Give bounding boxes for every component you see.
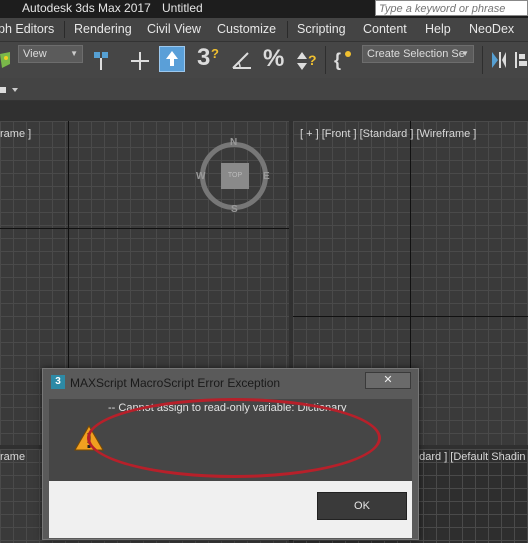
close-button[interactable]: ✕: [365, 372, 411, 389]
toolbar-separator: [482, 46, 483, 74]
compass-east: E: [263, 171, 270, 182]
svg-text:{: {: [334, 50, 341, 70]
document-title: Untitled: [162, 1, 203, 15]
grid-axis-line: [0, 228, 289, 229]
selection-set-value: Create Selection Se: [367, 48, 465, 60]
named-selection-sets-dropdown[interactable]: Create Selection Se ▼: [362, 45, 474, 63]
viewport-label-front[interactable]: [ + ] [Front ] [Standard ] [Wireframe ]: [300, 128, 476, 140]
max-app-icon: 3: [51, 375, 65, 389]
viewcube-face[interactable]: TOP: [221, 163, 249, 189]
keyboard-shortcut-override-button[interactable]: [159, 46, 185, 72]
compass-west: W: [196, 171, 206, 182]
viewport-label-left[interactable]: rame: [0, 451, 25, 463]
ok-button[interactable]: OK: [317, 492, 407, 520]
ribbon-toggle-icon[interactable]: [0, 84, 22, 96]
search-input[interactable]: [376, 2, 528, 16]
snaps-toggle-icon[interactable]: 3: [197, 44, 210, 72]
menu-customize[interactable]: Customize: [217, 22, 276, 36]
menu-rendering[interactable]: Rendering: [74, 22, 132, 36]
viewport-label-top[interactable]: rame ]: [0, 128, 31, 140]
menu-civil-view[interactable]: Civil View: [147, 22, 201, 36]
pivot-center-icon[interactable]: [90, 50, 112, 72]
dialog-footer: OK: [49, 481, 412, 538]
percent-snap-icon[interactable]: %: [263, 45, 284, 73]
menu-separator: [287, 21, 288, 38]
edit-named-selection-icon[interactable]: {: [332, 48, 356, 72]
menu-graph-editors[interactable]: ph Editors: [0, 22, 54, 36]
main-toolbar: View ▼ 3 ? % ? { Create Selection Se ▼: [0, 42, 528, 78]
paint-icon[interactable]: [0, 50, 12, 70]
ribbon-row: [0, 79, 528, 101]
compass-north: N: [230, 137, 238, 148]
highlight-ellipse: [87, 398, 381, 478]
toolbar-separator: [325, 46, 326, 74]
angle-snap-icon[interactable]: [230, 48, 254, 72]
svg-text:?: ?: [308, 52, 317, 68]
menu-content[interactable]: Content: [363, 22, 407, 36]
chevron-down-icon: ▼: [461, 49, 469, 58]
app-title: Autodesk 3ds Max 2017: [22, 1, 151, 15]
menu-help[interactable]: Help: [425, 22, 451, 36]
arrow-up-icon: [166, 51, 178, 66]
dialog-title: MAXScript MacroScript Error Exception: [70, 376, 281, 390]
chevron-down-icon: ▼: [70, 49, 78, 58]
select-manipulate-icon[interactable]: [128, 50, 152, 72]
compass-south: S: [231, 204, 238, 215]
snaps-question-icon: ?: [211, 46, 219, 61]
menu-separator: [64, 21, 65, 38]
view-dropdown-value: View: [23, 48, 47, 60]
spinner-snap-icon[interactable]: ?: [293, 49, 319, 73]
reference-coordinate-dropdown[interactable]: View ▼: [18, 45, 83, 63]
title-bar: Autodesk 3ds Max 2017 Untitled: [0, 0, 528, 18]
search-box[interactable]: [375, 0, 528, 16]
menu-bar: ph Editors Rendering Civil View Customiz…: [0, 18, 528, 42]
align-icon[interactable]: [512, 48, 528, 72]
mirror-icon[interactable]: [488, 48, 510, 72]
menu-neodex[interactable]: NeoDex: [469, 22, 514, 36]
menu-scripting[interactable]: Scripting: [297, 22, 346, 36]
viewport-label-perspective[interactable]: ndard ] [Default Shadin: [413, 451, 526, 463]
